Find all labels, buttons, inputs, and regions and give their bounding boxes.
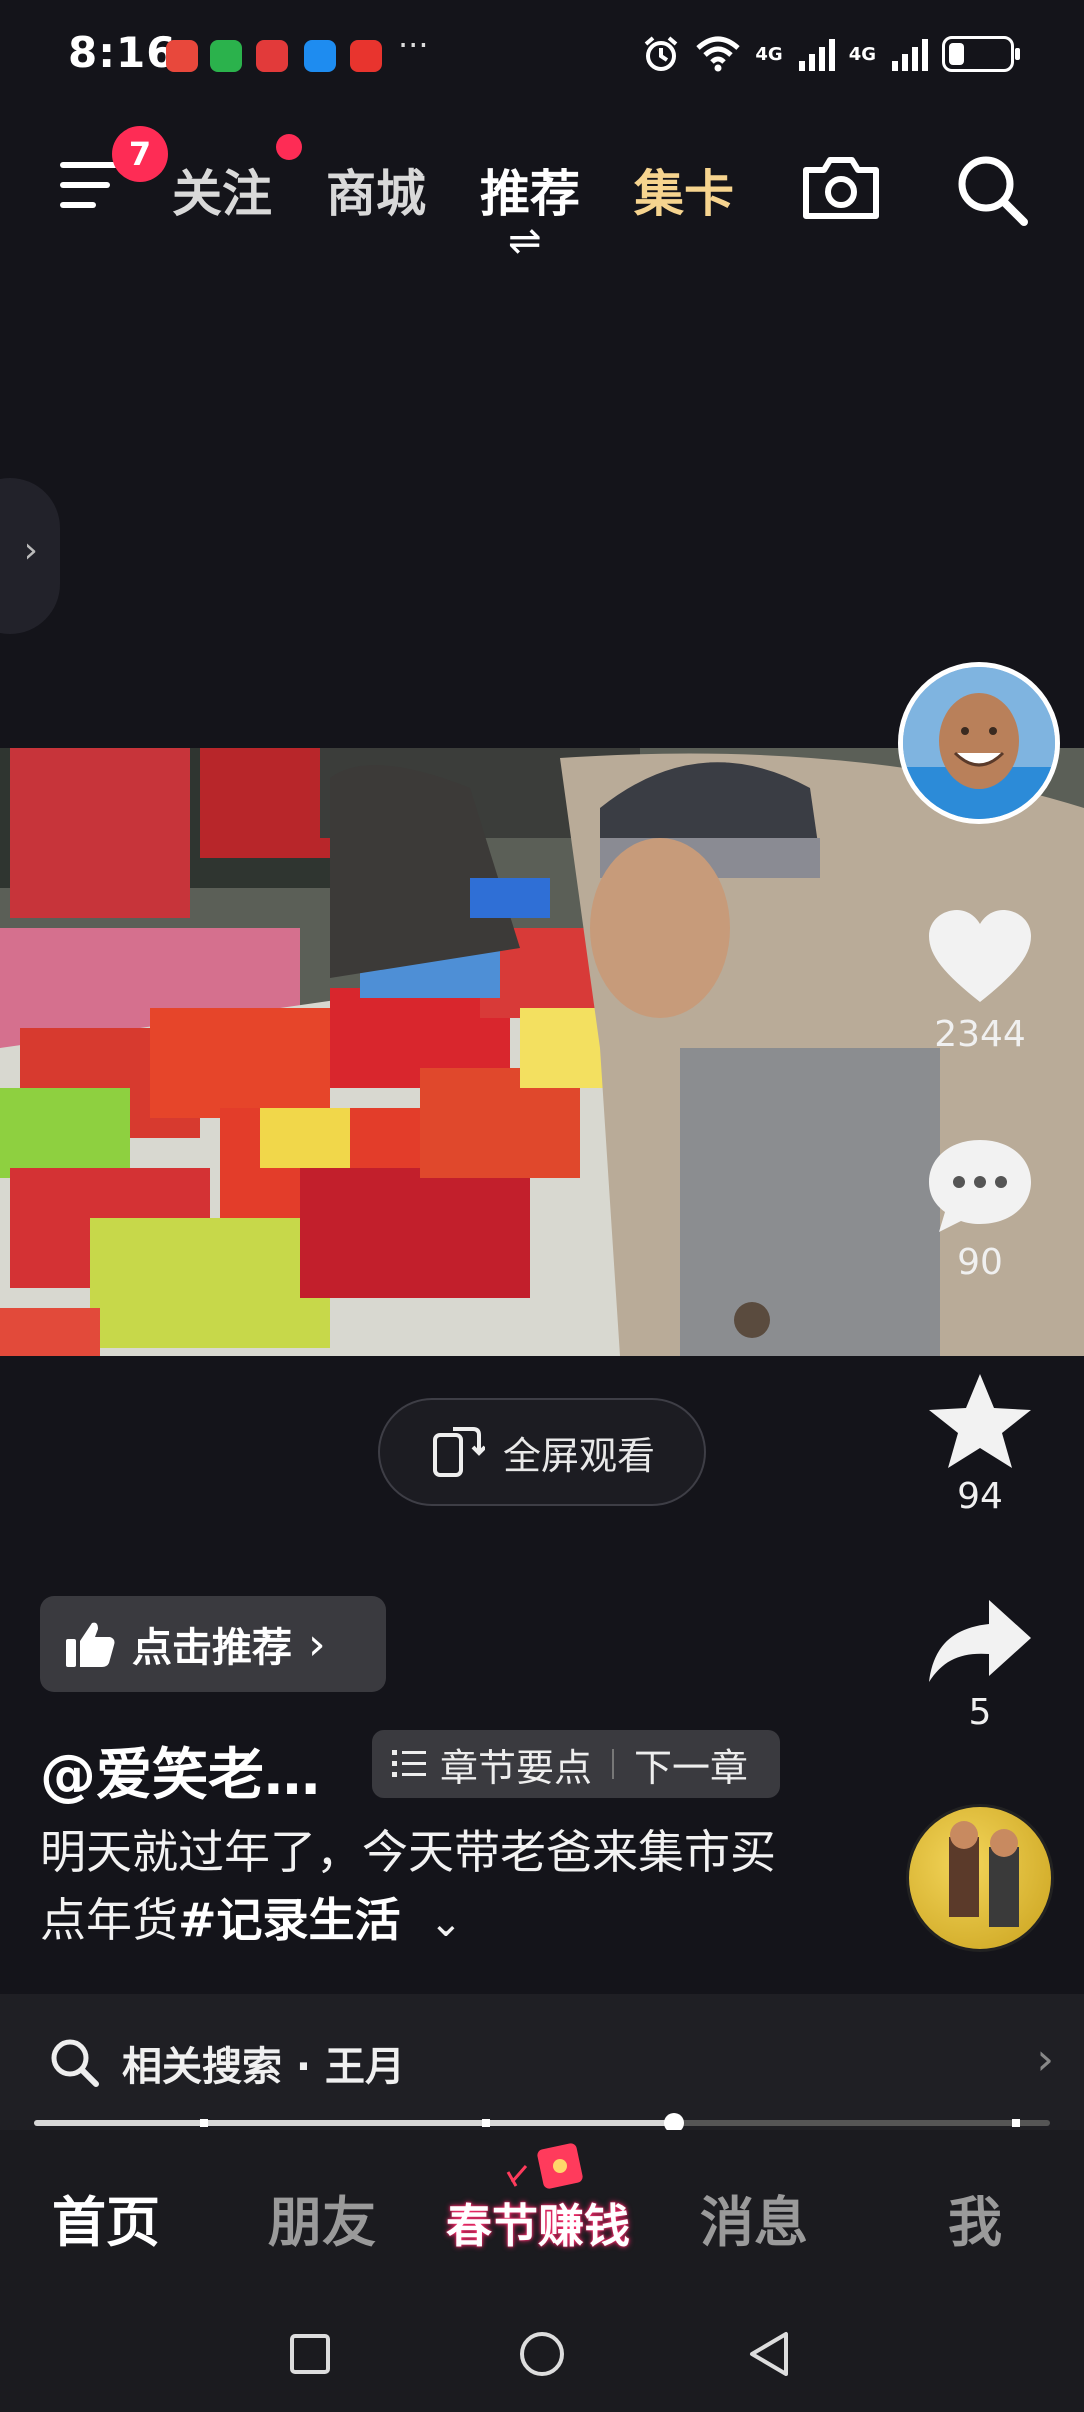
tab-recommend[interactable]: 推荐: [480, 154, 580, 226]
rotate-screen-icon: [432, 1427, 485, 1477]
mail-icon: [256, 40, 288, 72]
menu-button[interactable]: [60, 158, 120, 210]
menu-badge: 7: [112, 126, 168, 182]
recents-icon[interactable]: [288, 2332, 332, 2376]
search-icon: [51, 2039, 99, 2087]
bottom-navigation: 首页 朋友 春节赚钱 消息 我: [0, 2130, 1084, 2296]
tab-follow[interactable]: 关注: [172, 154, 272, 226]
expand-caption-icon[interactable]: ⌄: [429, 1900, 463, 1946]
nav-messages[interactable]: 消息: [700, 2178, 808, 2257]
signal-2-icon: [892, 37, 928, 71]
recommend-button[interactable]: 点击推荐 ›: [40, 1596, 386, 1692]
next-chapter-button[interactable]: 下一章: [634, 1737, 748, 1792]
progress-fill: [34, 2120, 675, 2126]
status-time: 8:16: [68, 28, 177, 77]
nav-festival-earn[interactable]: 春节赚钱: [438, 2143, 638, 2253]
thumbs-up-icon: [66, 1622, 115, 1667]
red-envelope-icon: [506, 2143, 583, 2189]
music-cover-image: [949, 1821, 1019, 1927]
network-type-1: 4G: [755, 43, 783, 65]
chapter-points-button[interactable]: 章节要点: [440, 1737, 592, 1792]
more-notifications-icon: ···: [398, 26, 429, 64]
fullscreen-label: 全屏观看: [502, 1433, 655, 1478]
recommend-label: 点击推荐: [132, 1625, 292, 1671]
wechat-icon: [210, 40, 242, 72]
star-icon: [929, 1374, 1031, 1468]
share-count: 5: [968, 1692, 992, 1733]
back-icon[interactable]: [746, 2330, 794, 2378]
comment-count: 90: [957, 1242, 1003, 1283]
swap-icon[interactable]: ⇌: [508, 221, 542, 261]
share-button[interactable]: 5: [920, 1596, 1040, 1733]
creator-avatar[interactable]: [898, 662, 1060, 824]
caption-text: 明天就过年了，今天带老爸来集市买点年货: [40, 1825, 776, 1947]
wifi-icon: [696, 36, 741, 72]
favorite-count: 94: [957, 1476, 1003, 1517]
music-disc[interactable]: [906, 1804, 1054, 1952]
chapter-bar: 章节要点 下一章: [372, 1730, 780, 1798]
chapter-marker: [1012, 2119, 1020, 2127]
fullscreen-button[interactable]: 全屏观看: [378, 1398, 706, 1506]
alarm-icon: [645, 36, 678, 71]
shopping-app-icon: [350, 40, 382, 72]
avatar-image: [903, 667, 1055, 819]
nav-me[interactable]: 我: [948, 2178, 1002, 2257]
chapter-marker: [200, 2119, 208, 2127]
video-caption[interactable]: 明天就过年了，今天带老爸来集市买点年货#记录生活 ⌄: [40, 1818, 800, 1957]
nav-friends[interactable]: 朋友: [268, 2178, 376, 2257]
chapter-divider: [612, 1749, 615, 1779]
video-progress-bar[interactable]: [34, 2113, 1050, 2133]
chevron-right-icon: ›: [308, 1618, 326, 1670]
share-arrow-icon: [929, 1600, 1031, 1682]
chapter-list-icon: [392, 1750, 426, 1777]
system-navigation-bar: [0, 2296, 1084, 2412]
search-icon[interactable]: [952, 150, 1032, 230]
side-drawer-handle[interactable]: ›: [0, 478, 60, 634]
chapter-marker: [482, 2119, 490, 2127]
tab-collect-cards[interactable]: 集卡: [634, 154, 734, 226]
huawei-app-icon: [166, 40, 198, 72]
author-name[interactable]: @爱笑老…: [40, 1730, 320, 1811]
comment-icon: [929, 1140, 1031, 1232]
festival-label: 春节赚钱: [446, 2199, 630, 2253]
battery-icon: [942, 36, 1020, 72]
chevron-right-icon: ›: [23, 530, 38, 571]
network-type-2: 4G: [848, 43, 876, 65]
chevron-right-icon: ›: [1036, 2034, 1054, 2085]
heart-icon: [929, 910, 1031, 1002]
status-bar: 8:16 ··· 4G 4G: [0, 0, 1084, 110]
like-count: 2344: [934, 1014, 1026, 1055]
follow-red-dot: [276, 134, 302, 160]
caption-hashtag[interactable]: #记录生活: [178, 1893, 401, 1947]
favorite-button[interactable]: 94: [920, 1370, 1040, 1517]
like-button[interactable]: 2344: [920, 908, 1040, 1055]
tab-mall[interactable]: 商城: [326, 154, 426, 226]
home-icon[interactable]: [518, 2330, 566, 2378]
related-search-bar[interactable]: 相关搜索 · 王月 ›: [0, 1994, 1084, 2130]
camera-icon[interactable]: [800, 152, 882, 222]
message-icon: [304, 40, 336, 72]
system-icons: 4G 4G: [641, 34, 1020, 74]
signal-1-icon: [798, 37, 835, 71]
nav-home[interactable]: 首页: [52, 2178, 160, 2257]
related-search-text: 相关搜索 · 王月: [122, 2044, 406, 2090]
top-navigation: 7 关注 商城 推荐 ⇌ 集卡: [0, 126, 1084, 261]
comment-button[interactable]: 90: [920, 1136, 1040, 1283]
